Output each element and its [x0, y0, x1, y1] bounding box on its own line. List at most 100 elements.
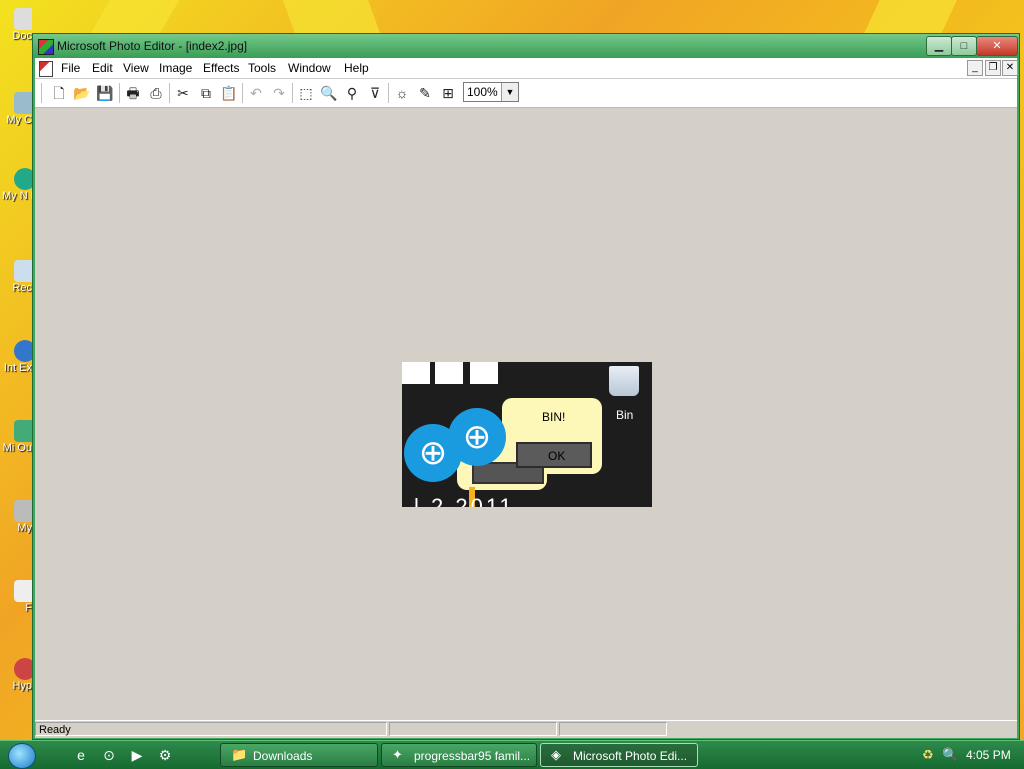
toolbar-grip: [41, 83, 42, 103]
desktop-icon-label: My: [17, 522, 32, 534]
recycle-bin-icon: [609, 366, 639, 396]
photo-editor-window: Microsoft Photo Editor - [index2.jpg] ▁ …: [32, 33, 1020, 740]
menu-help[interactable]: Help: [344, 61, 369, 75]
sunlight-icon[interactable]: ☼: [392, 83, 412, 103]
image-ok-button: OK: [516, 442, 592, 468]
document-image[interactable]: Bin ⊕ ⊕ BIN! OK l 2 2011: [402, 362, 652, 507]
chevron-down-icon[interactable]: ▼: [501, 83, 518, 101]
maximize-button[interactable]: □: [951, 36, 977, 56]
app-quicklaunch-icon[interactable]: ⚙: [156, 746, 174, 764]
desktop-icon-label: Doc: [12, 30, 32, 42]
desktop-icon-label: Mi Ou: [2, 442, 32, 454]
toolbar-separator: [119, 83, 120, 103]
desktop-icon-hyperterminal[interactable]: Hyp: [2, 658, 32, 692]
image-tile: [402, 362, 430, 384]
desktop-icon-recycle[interactable]: Rec: [2, 260, 32, 294]
bubble-text: BIN!: [542, 410, 566, 424]
mdi-minimize-button[interactable]: _: [967, 60, 983, 76]
recycle-tray-icon[interactable]: ♻: [922, 747, 938, 763]
window-title: Microsoft Photo Editor - [index2.jpg]: [57, 39, 248, 53]
desktop-icon-label: Hyp: [12, 680, 32, 692]
desktop-icon-label: My N P: [2, 190, 32, 202]
menu-file[interactable]: File: [61, 61, 80, 75]
clock[interactable]: 4:05 PM: [966, 748, 1011, 762]
ok-label: OK: [548, 449, 566, 463]
status-text: Ready: [39, 724, 71, 736]
desktop-icon-documents[interactable]: Doc: [2, 8, 32, 42]
desktop-icon-my-computer[interactable]: My C: [2, 92, 32, 126]
toolbar: 🗋 📂 💾 🖶 ⎙ ✂ ⧉ 📋 ↶ ↷ ⬚ 🔍 ⚲ ⊽ ☼ ✎ ⊞ 100% ▼: [35, 79, 1017, 108]
toolbar-separator: [292, 83, 293, 103]
undo-icon[interactable]: ↶: [246, 83, 266, 103]
desktop-icon-f[interactable]: F: [2, 580, 32, 614]
close-button[interactable]: ✕: [976, 36, 1018, 56]
new-icon[interactable]: 🗋: [49, 83, 69, 103]
desktop-icons: Doc My C My N P Rec Int Ex Mi Ou My F Hy…: [0, 0, 34, 740]
start-button[interactable]: [8, 743, 36, 769]
properties-icon[interactable]: ⊞: [438, 83, 458, 103]
ie-quicklaunch-icon[interactable]: e: [72, 746, 90, 764]
task-photo-editor[interactable]: ◈ Microsoft Photo Edi...: [540, 743, 698, 767]
desktop-icon-internet-explorer[interactable]: Int Ex: [2, 340, 32, 374]
print-icon[interactable]: 🖶: [123, 83, 143, 103]
menu-bar: File Edit View Image Effects Tools Windo…: [35, 58, 1018, 79]
zoom-value: 100%: [467, 85, 498, 99]
media-quicklaunch-icon[interactable]: ▶: [128, 746, 146, 764]
status-pane: [559, 722, 667, 736]
image-workspace[interactable]: Bin ⊕ ⊕ BIN! OK l 2 2011: [35, 108, 1017, 718]
image-tile: [470, 362, 498, 384]
desktop-icon-label: F: [25, 602, 32, 614]
desktop-icon-label: Rec: [12, 282, 32, 294]
zoom-icon[interactable]: 🔍: [319, 83, 339, 103]
paste-icon[interactable]: 📋: [219, 83, 239, 103]
progressbar-icon: ✦: [392, 747, 403, 762]
document-icon[interactable]: [39, 61, 53, 77]
photo-editor-icon: ◈: [551, 747, 561, 762]
window-titlebar[interactable]: Microsoft Photo Editor - [index2.jpg] ▁ …: [33, 34, 1019, 58]
system-tray: ♻ 🔍 4:05 PM: [918, 741, 1024, 769]
open-icon[interactable]: 📂: [72, 83, 92, 103]
desktop-icon-label: My C: [6, 114, 32, 126]
minimize-button[interactable]: ▁: [926, 36, 952, 56]
menu-view[interactable]: View: [123, 61, 149, 75]
menu-edit[interactable]: Edit: [92, 61, 113, 75]
cut-icon[interactable]: ✂: [173, 83, 193, 103]
photo-editor-app-icon[interactable]: [38, 39, 54, 55]
clippy-icon: ⊕: [448, 408, 506, 466]
save-icon[interactable]: 💾: [95, 83, 115, 103]
menu-tools[interactable]: Tools: [248, 61, 276, 75]
browser-quicklaunch-icon[interactable]: ⊙: [100, 746, 118, 764]
select-icon[interactable]: ⬚: [296, 83, 316, 103]
mdi-close-button[interactable]: ✕: [1002, 60, 1018, 76]
desktop-icon-outlook[interactable]: Mi Ou: [2, 420, 32, 454]
bin-label: Bin: [616, 408, 634, 422]
taskbar: e ⊙ ▶ ⚙ 📁 Downloads ✦ progressbar95 fami…: [0, 740, 1024, 769]
task-progressbar95[interactable]: ✦ progressbar95 famil...: [381, 743, 537, 767]
folder-icon: 📁: [231, 747, 248, 762]
status-bar: Ready: [35, 720, 1017, 738]
image-bottom-text: l 2 2011: [414, 494, 515, 507]
image-tile: [435, 362, 463, 384]
copy-icon[interactable]: ⧉: [196, 83, 216, 103]
desktop-icon-my[interactable]: My: [2, 500, 32, 534]
menu-window[interactable]: Window: [288, 61, 331, 75]
pen-icon[interactable]: ✎: [415, 83, 435, 103]
mdi-restore-button[interactable]: ❐: [985, 60, 1001, 76]
task-label: Microsoft Photo Edi...: [573, 749, 688, 763]
menu-effects[interactable]: Effects: [203, 61, 239, 75]
status-pane: [389, 722, 557, 736]
smudge-icon[interactable]: ⊽: [365, 83, 385, 103]
stamp-icon[interactable]: ⚲: [342, 83, 362, 103]
task-downloads[interactable]: 📁 Downloads: [220, 743, 378, 767]
redo-icon[interactable]: ↷: [269, 83, 289, 103]
status-pane-main: Ready: [35, 722, 387, 736]
toolbar-separator: [242, 83, 243, 103]
toolbar-separator: [388, 83, 389, 103]
search-tray-icon[interactable]: 🔍: [942, 747, 958, 763]
desktop-icon-network[interactable]: My N P: [2, 168, 32, 202]
zoom-select[interactable]: 100% ▼: [463, 82, 519, 102]
desktop-icon-label: Int Ex: [3, 362, 32, 374]
scan-icon[interactable]: ⎙: [146, 83, 166, 103]
menu-image[interactable]: Image: [159, 61, 192, 75]
task-label: Downloads: [253, 749, 313, 763]
